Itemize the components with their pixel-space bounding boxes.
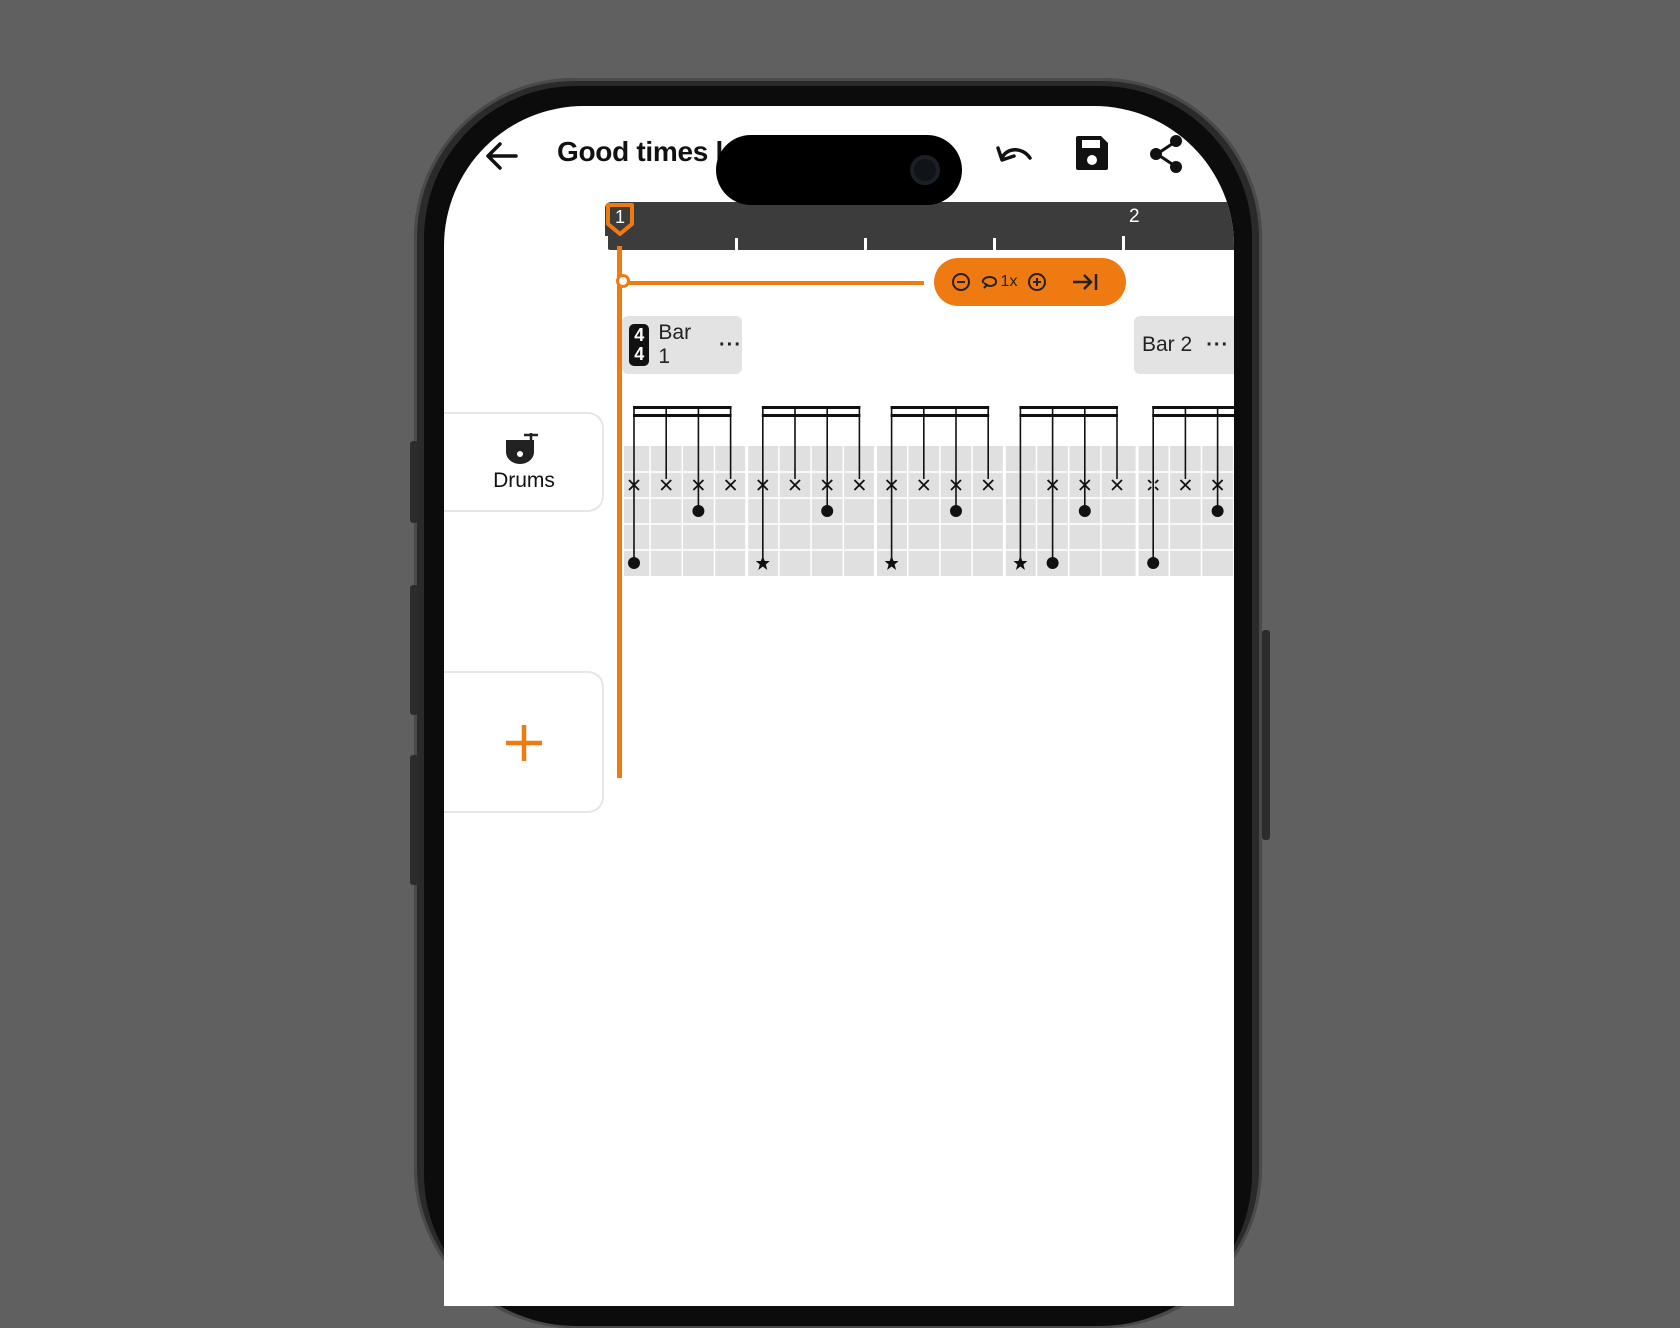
loop-region-line[interactable]: [624, 281, 924, 285]
snare-note: [692, 505, 705, 517]
snare-note: [1078, 505, 1091, 517]
volume-up-button: [410, 585, 418, 715]
snare-note: [821, 505, 834, 517]
note-beam: [1152, 406, 1234, 409]
drum-pattern-grid[interactable]: [624, 406, 1234, 596]
volume-down-button: [410, 755, 418, 885]
floppy-disk-icon: [1076, 136, 1108, 170]
circle-minus-icon: [952, 273, 970, 291]
loop-start-handle[interactable]: [616, 274, 630, 288]
camera-icon: [910, 155, 940, 185]
bar-2-header[interactable]: Bar 2 ···: [1134, 316, 1234, 374]
note-beam: [633, 414, 732, 417]
bar-1-header[interactable]: 4 4 Bar 1 ···: [622, 316, 742, 374]
snare-note: [950, 505, 962, 517]
note-beam: [761, 406, 861, 409]
ruler-tick: [735, 238, 738, 250]
circle-plus-icon: [1028, 273, 1046, 291]
kick-note: [1046, 557, 1059, 569]
skip-to-end-icon: [1073, 274, 1098, 290]
bar-2-more-button[interactable]: ···: [1206, 334, 1229, 357]
ruler-marker-1: 1: [614, 207, 625, 227]
note-beam: [1019, 406, 1118, 409]
arrow-left-icon: [486, 142, 518, 170]
loop-count-indicator: 1x: [978, 258, 1018, 306]
ruler-tick: [1122, 236, 1125, 250]
drum-icon: [506, 433, 538, 464]
action-button: [410, 441, 418, 523]
track-drums-label: Drums: [493, 469, 555, 492]
kick-note: [1147, 557, 1160, 569]
ruler-tick: [993, 238, 996, 250]
undo-button[interactable]: [992, 136, 1036, 176]
grid-background: [624, 446, 1234, 576]
ruler-marker-2: 2: [1129, 206, 1140, 227]
note-beam: [633, 406, 732, 409]
ruler-tick: [864, 238, 867, 250]
snare-note: [1211, 505, 1224, 517]
bar-1-more-button[interactable]: ···: [719, 334, 742, 357]
save-button[interactable]: [1074, 134, 1110, 174]
bar-2-label: Bar 2: [1142, 333, 1193, 356]
note-beam: [1152, 414, 1234, 417]
note-beam: [761, 414, 861, 417]
note-beam: [890, 414, 990, 417]
loop-decrease-button[interactable]: [948, 258, 974, 306]
note-beam: [1019, 414, 1118, 417]
power-button: [1262, 630, 1270, 840]
share-icon: [1150, 135, 1182, 173]
track-drums[interactable]: Drums: [444, 412, 604, 512]
dynamic-island: [716, 135, 962, 205]
playhead-handle[interactable]: 1: [605, 202, 635, 238]
bar-1-label: Bar 1: [658, 321, 692, 368]
ruler-tick: [605, 236, 608, 250]
skip-to-end-button[interactable]: [1068, 258, 1102, 306]
project-title[interactable]: Good times l: [557, 136, 723, 168]
plus-icon: [506, 725, 542, 761]
undo-icon: [996, 146, 1032, 162]
loop-increase-button[interactable]: [1024, 258, 1050, 306]
kick-note: [628, 557, 640, 569]
back-button[interactable]: [482, 136, 522, 176]
timeline-ruler[interactable]: 2: [605, 202, 1234, 250]
loop-icon: [981, 276, 997, 289]
share-button[interactable]: [1148, 134, 1186, 174]
add-track-button[interactable]: [444, 671, 604, 813]
loop-count-label: 1x: [1000, 273, 1018, 290]
time-signature-badge[interactable]: 4 4: [629, 324, 650, 366]
app-screen: Good times l 2 1 1x 4 4 Bar 1 ··· Bar 2 …: [444, 106, 1234, 1306]
loop-controls: 1x: [934, 258, 1126, 306]
note-beam: [890, 406, 990, 409]
